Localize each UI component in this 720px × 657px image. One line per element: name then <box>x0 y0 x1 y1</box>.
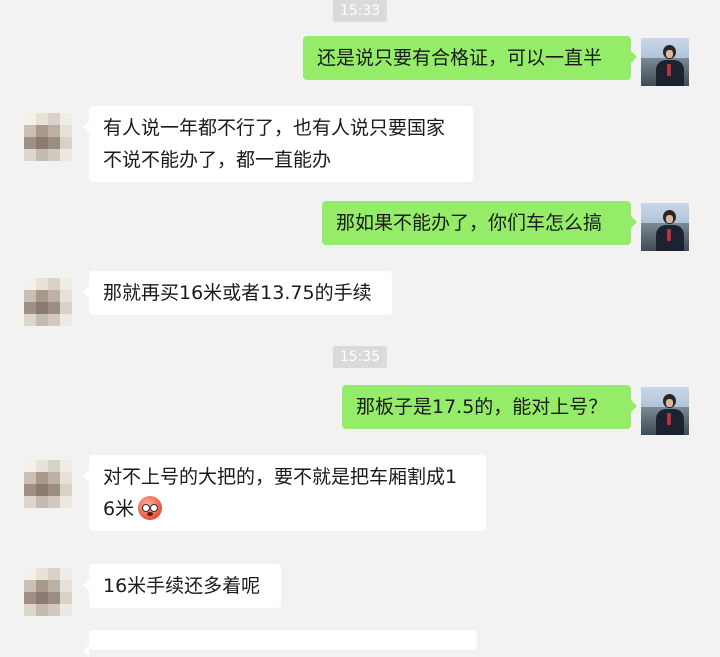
message-bubble-incoming[interactable] <box>83 630 477 657</box>
flushed-face-emoji <box>138 496 163 520</box>
contact-avatar[interactable] <box>24 113 72 161</box>
self-avatar[interactable] <box>641 387 689 435</box>
message-text: 6米 <box>103 498 135 520</box>
contact-avatar[interactable] <box>24 460 72 508</box>
message-text: 还是说只要有合格证，可以一直半 <box>317 47 603 69</box>
contact-avatar[interactable] <box>24 568 72 616</box>
message-bubble-incoming[interactable]: 16米手续还多着呢 <box>83 564 281 608</box>
message-text: 不说不能办了，都一直能办 <box>103 149 332 171</box>
message-text: 对不上号的大把的，要不就是把车厢割成1 <box>103 466 458 488</box>
message-text: 那板子是17.5的，能对上号？ <box>356 396 608 418</box>
message-text: 那如果不能办了，你们车怎么搞 <box>336 212 603 234</box>
message-bubble-incoming[interactable]: 有人说一年都不行了，也有人说只要国家 不说不能办了，都一直能办 <box>83 106 473 182</box>
message-bubble-outgoing[interactable]: 那板子是17.5的，能对上号？ <box>342 385 637 429</box>
self-avatar[interactable] <box>641 38 689 86</box>
message-bubble-outgoing[interactable]: 还是说只要有合格证，可以一直半 <box>303 36 637 80</box>
self-avatar[interactable] <box>641 203 689 251</box>
chat-conversation: 15:33 还是说只要有合格证，可以一直半 有人说一年都不行了，也有人说只要国家… <box>0 0 720 657</box>
message-text: 16米手续还多着呢 <box>103 575 261 597</box>
message-bubble-outgoing[interactable]: 那如果不能办了，你们车怎么搞 <box>322 201 637 245</box>
timestamp: 15:35 <box>332 346 388 368</box>
timestamp: 15:33 <box>332 0 388 22</box>
message-text: 那就再买16米或者13.75的手续 <box>103 282 372 304</box>
contact-avatar[interactable] <box>24 278 72 326</box>
message-bubble-incoming[interactable]: 对不上号的大把的，要不就是把车厢割成1 6米 <box>83 455 486 531</box>
message-text: 有人说一年都不行了，也有人说只要国家 <box>103 117 446 139</box>
message-bubble-incoming[interactable]: 那就再买16米或者13.75的手续 <box>83 271 392 315</box>
